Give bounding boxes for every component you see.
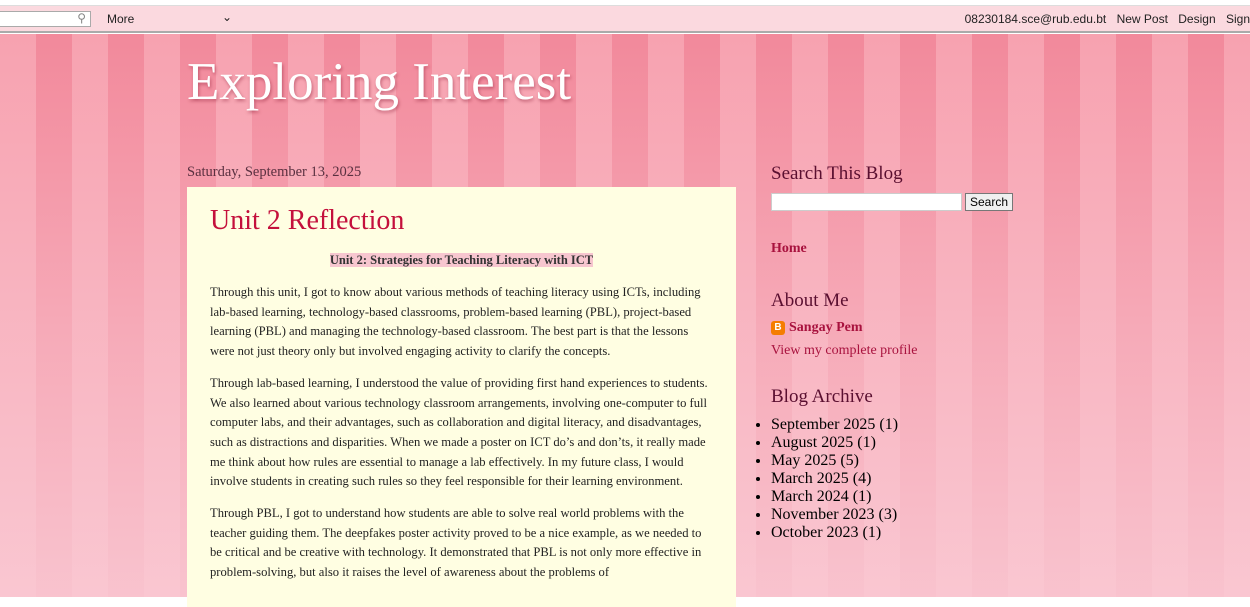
- paragraph: Through lab-based learning, I understood…: [210, 375, 708, 489]
- post-body: Unit 2 Reflection Unit 2: Strategies for…: [187, 187, 736, 607]
- blogger-icon: B: [771, 321, 785, 335]
- search-icon[interactable]: ⚲: [77, 11, 86, 25]
- archive-item[interactable]: August 2025 (1): [771, 434, 1016, 452]
- archive-item[interactable]: September 2025 (1): [771, 416, 1016, 434]
- blog-title[interactable]: Exploring Interest: [187, 52, 571, 112]
- sidebar: Search This Blog Search Home About Me BS…: [771, 163, 1016, 542]
- about-heading: About Me: [771, 290, 849, 311]
- post-date: Saturday, September 13, 2025: [187, 164, 362, 180]
- paragraph: Through PBL, I got to understand how stu…: [210, 506, 702, 580]
- archive-item[interactable]: November 2023 (3): [771, 506, 1016, 524]
- paragraph: Through this unit, I got to know about v…: [210, 285, 701, 359]
- more-menu[interactable]: More: [107, 12, 134, 26]
- chevron-down-icon[interactable]: ⌄: [222, 10, 232, 24]
- sign-out-link[interactable]: Sign: [1226, 12, 1250, 26]
- post-title[interactable]: Unit 2 Reflection: [210, 205, 713, 237]
- archive-item[interactable]: May 2025 (5): [771, 452, 1016, 470]
- blog-search-input[interactable]: [771, 193, 962, 211]
- account-email[interactable]: 08230184.sce@rub.edu.bt: [965, 12, 1107, 26]
- archive-item[interactable]: March 2025 (4): [771, 470, 1016, 488]
- archive-heading: Blog Archive: [771, 386, 873, 407]
- new-post-link[interactable]: New Post: [1117, 12, 1168, 26]
- search-heading: Search This Blog: [771, 163, 903, 184]
- navbar-search-input[interactable]: ⚲: [0, 11, 91, 27]
- archive-item[interactable]: March 2024 (1): [771, 488, 1016, 506]
- design-link[interactable]: Design: [1178, 12, 1215, 26]
- view-profile-link[interactable]: View my complete profile: [771, 343, 1016, 359]
- home-link[interactable]: Home: [771, 241, 1016, 257]
- archive-item[interactable]: October 2023 (1): [771, 524, 1016, 542]
- search-button[interactable]: Search: [965, 193, 1014, 211]
- navbar: ⚲ More ⌄ 08230184.sce@rub.edu.bt New Pos…: [0, 5, 1250, 33]
- post-subtitle: Unit 2: Strategies for Teaching Literacy…: [329, 253, 594, 267]
- profile-name-link[interactable]: Sangay Pem: [789, 320, 863, 336]
